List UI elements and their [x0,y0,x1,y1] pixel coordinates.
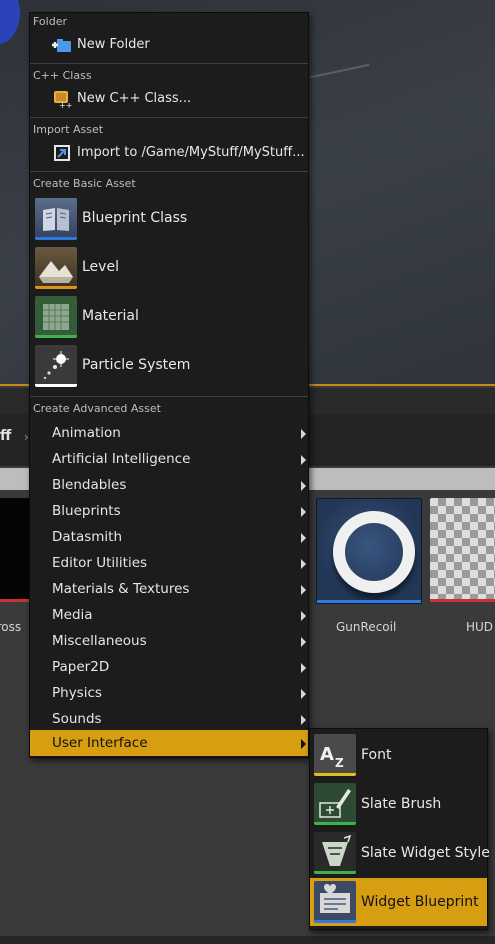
add-new-context-menu: Folder New Folder C++ Class ++ New C++ C… [29,12,309,758]
menu-item-sounds[interactable]: Sounds [30,706,308,732]
section-header-advanced: Create Advanced Asset [33,402,161,415]
chevron-right-icon [301,663,306,673]
level-icon [35,247,77,289]
asset-tile-cross[interactable] [0,498,30,602]
viewport-mesh [0,0,20,44]
slate-brush-icon [314,783,356,825]
section-header-basic: Create Basic Asset [33,177,136,190]
widget-blueprint-item[interactable]: Widget Blueprint [310,878,487,926]
svg-text:Z: Z [335,756,344,770]
svg-text:A: A [320,744,334,765]
menu-item-media[interactable]: Media [30,602,308,628]
asset-tile-gunrecoil[interactable] [316,498,422,604]
new-folder-icon [52,39,71,52]
editor-window: ff › cross GunRecoil HUD Folder New Fold… [0,0,495,944]
new-folder-item[interactable]: New Folder [30,32,308,58]
blueprint-class-item[interactable]: Blueprint Class [30,197,308,243]
divider [30,171,308,172]
material-item[interactable]: Material [30,295,308,341]
menu-item-materials-textures[interactable]: Materials & Textures [30,576,308,602]
asset-label: HUD [466,620,494,634]
menu-item-datasmith[interactable]: Datasmith [30,524,308,550]
chevron-right-icon [301,689,306,699]
menu-item-user-interface[interactable]: User Interface [30,730,308,756]
user-interface-submenu: A Z Font Slate Brush Slate Widget Style … [309,728,490,930]
divider [30,63,308,64]
new-cpp-class-item[interactable]: ++ New C++ Class... [30,86,308,112]
menu-item-blueprints[interactable]: Blueprints [30,498,308,524]
chevron-right-icon [301,585,306,595]
particle-system-icon [35,345,77,387]
import-icon [54,145,70,161]
material-icon [35,296,77,338]
chevron-right-icon [301,559,306,569]
level-item[interactable]: Level [30,246,308,292]
chevron-right-icon [301,637,306,647]
section-header-cpp: C++ Class [33,69,92,82]
asset-label: GunRecoil [336,620,397,634]
chevron-right-icon [301,481,306,491]
menu-item-animation[interactable]: Animation [30,420,308,446]
widget-blueprint-icon [314,881,356,923]
divider [30,396,308,397]
ring-material-icon [333,511,415,593]
asset-tile-hud[interactable] [430,498,495,602]
horizontal-scrollbar[interactable] [0,936,495,944]
chevron-right-icon [301,739,306,749]
font-item[interactable]: A Z Font [310,731,487,779]
svg-text:++: ++ [59,101,72,109]
chevron-right-icon [301,455,306,465]
particle-system-item[interactable]: Particle System [30,344,308,390]
chevron-right-icon [301,429,306,439]
divider [30,117,308,118]
slate-brush-item[interactable]: Slate Brush [310,780,487,828]
cpp-class-icon: ++ [54,91,72,109]
menu-item-paper2d[interactable]: Paper2D [30,654,308,680]
slate-widget-style-item[interactable]: Slate Widget Style [310,829,490,877]
chevron-right-icon [301,715,306,725]
menu-item-physics[interactable]: Physics [30,680,308,706]
slate-widget-style-icon [314,832,356,874]
section-header-import: Import Asset [33,123,104,136]
menu-item-blendables[interactable]: Blendables [30,472,308,498]
content-path-fragment[interactable]: ff [0,428,11,444]
chevron-right-icon [301,611,306,621]
blueprint-class-icon [35,198,77,240]
font-icon: A Z [314,734,356,776]
viewport-edge [310,63,370,79]
menu-item-editor-utilities[interactable]: Editor Utilities [30,550,308,576]
chevron-right-icon [301,507,306,517]
menu-item-miscellaneous[interactable]: Miscellaneous [30,628,308,654]
import-to-item[interactable]: Import to /Game/MyStuff/MyStuff... [30,140,308,166]
section-header-folder: Folder [33,15,67,28]
asset-label: cross [0,620,22,634]
chevron-right-icon [301,533,306,543]
menu-item-artificial-intelligence[interactable]: Artificial Intelligence [30,446,308,472]
